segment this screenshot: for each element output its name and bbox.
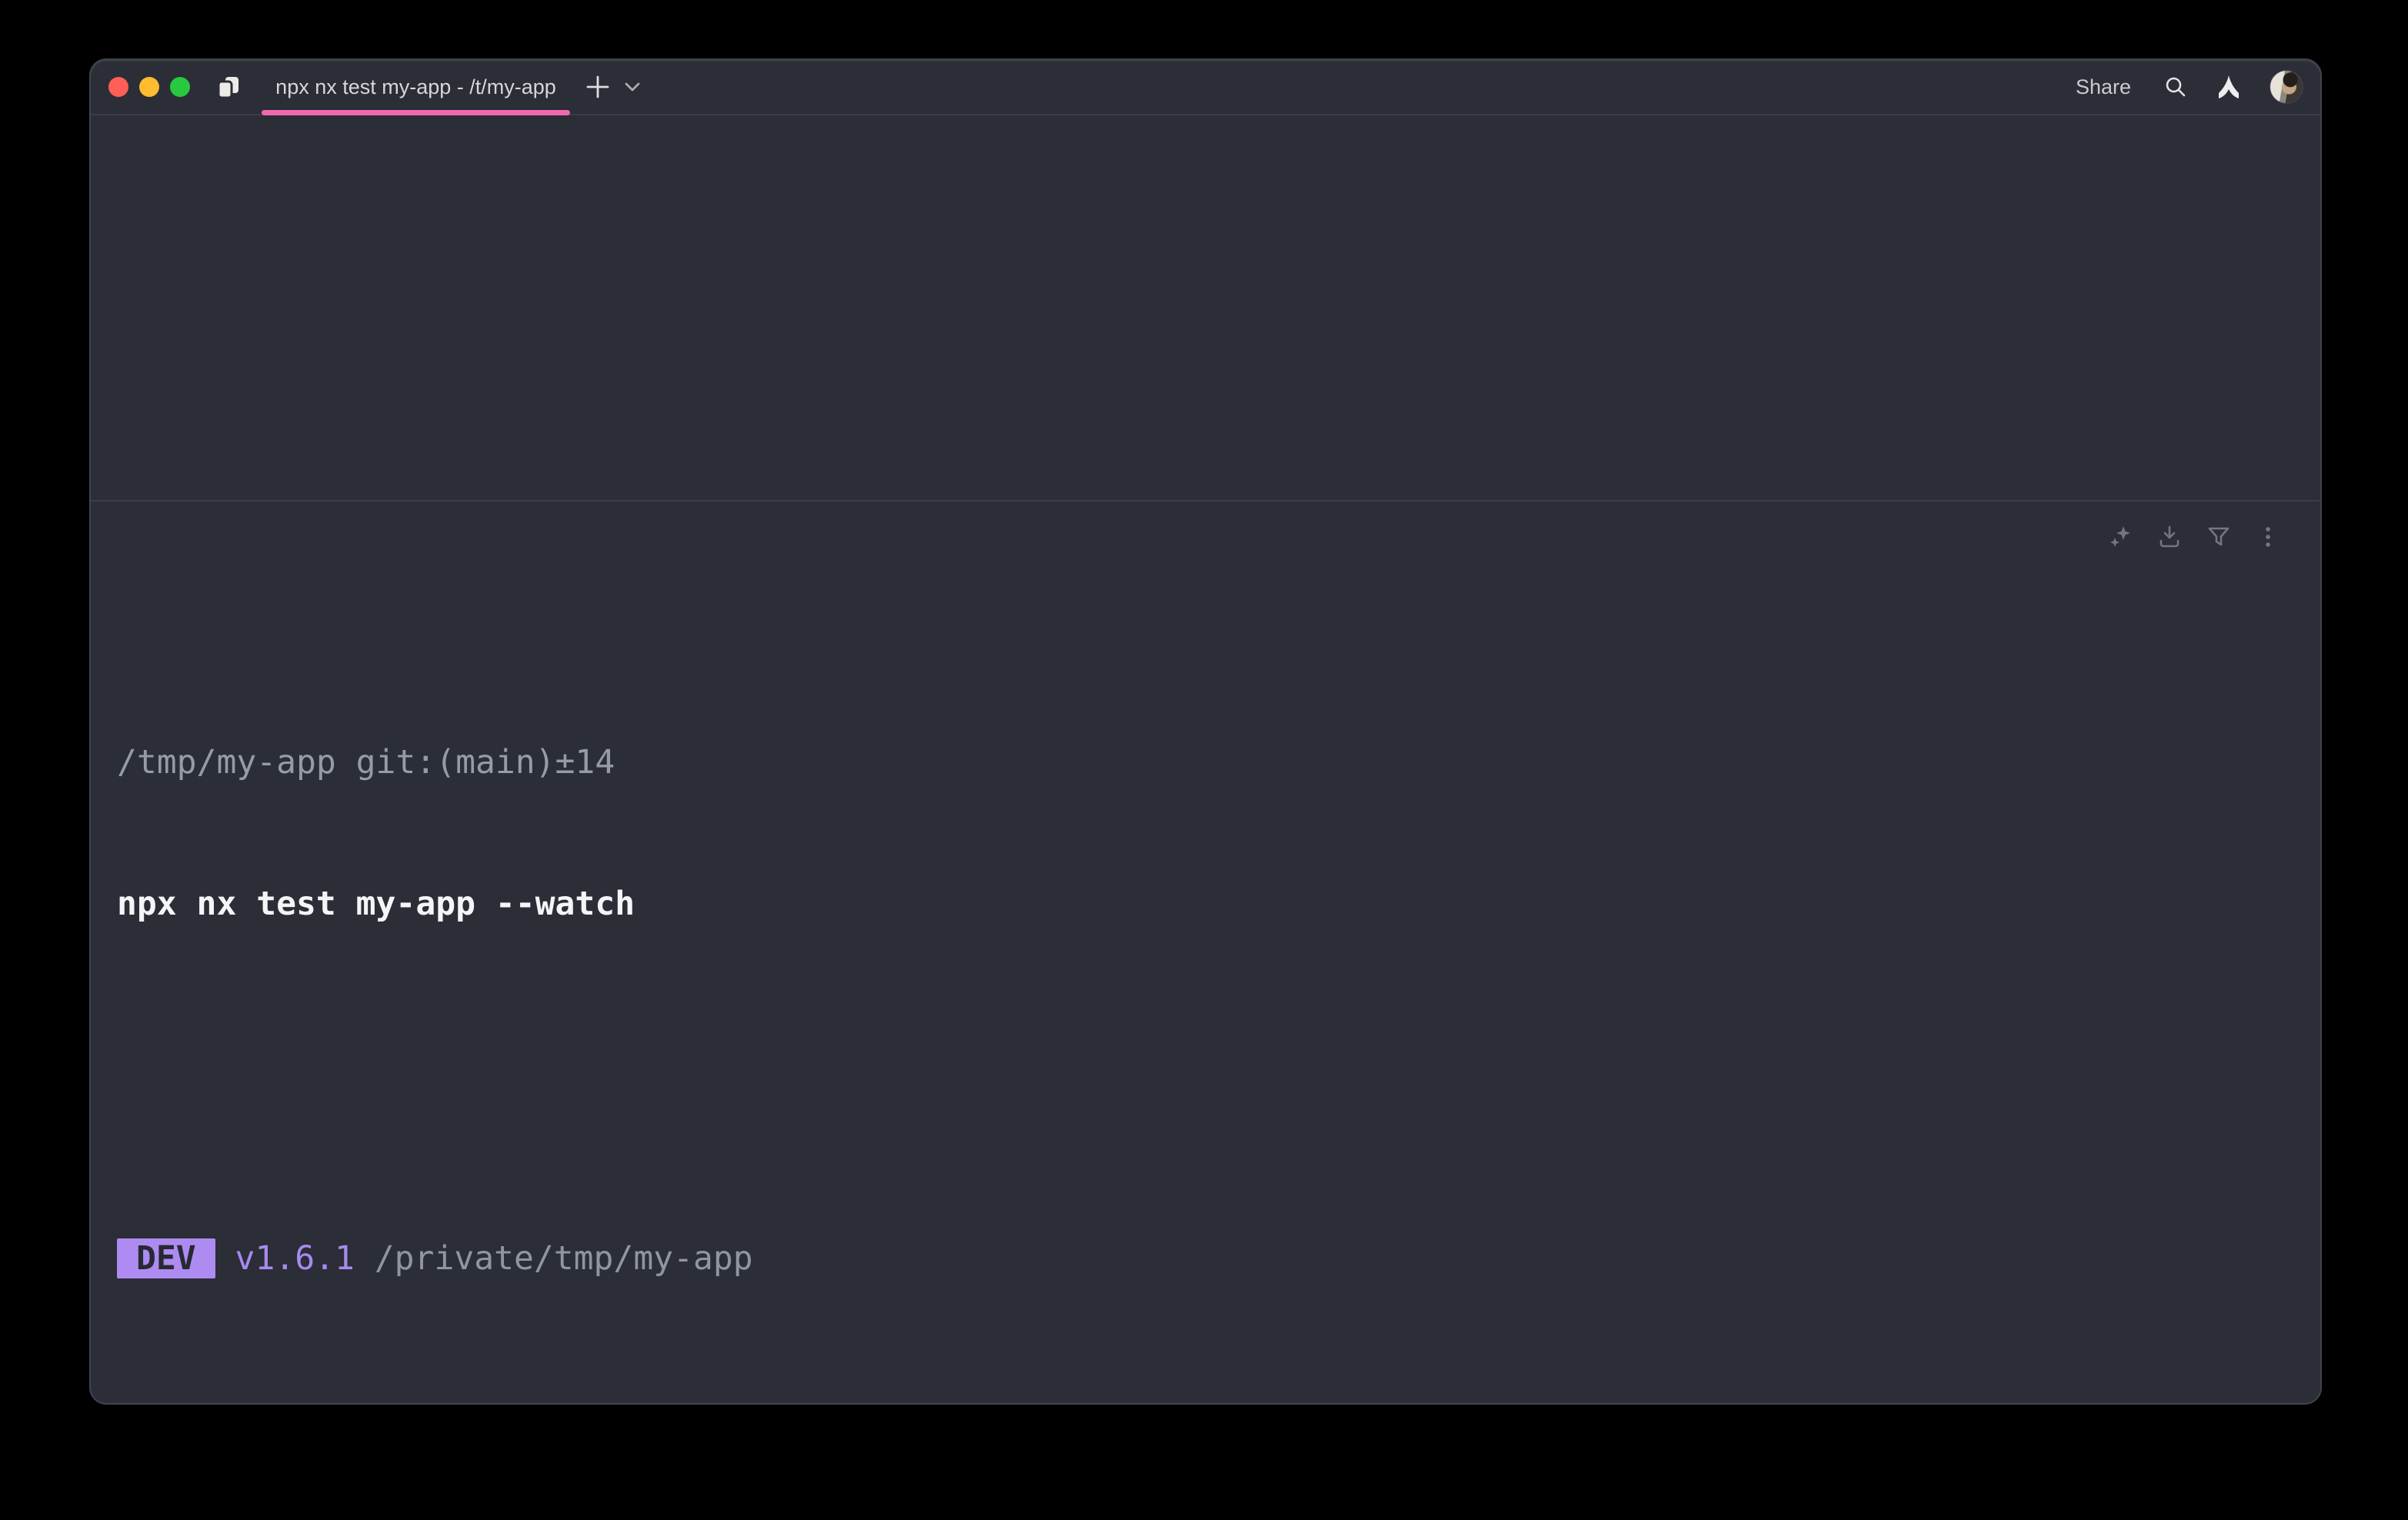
block-toolbar — [2108, 525, 2280, 549]
vitest-cwd: /private/tmp/my-app — [355, 1239, 753, 1278]
terminal-output: DEV v1.6.1 /private/tmp/my-app ✓ src/app… — [117, 1113, 2320, 1405]
command-line[interactable]: npx nx test my-app --watch — [117, 883, 2320, 925]
desktop-background: npx nx test my-app - /t/my-app Share — [0, 0, 2408, 1520]
pages-icon[interactable] — [215, 75, 242, 99]
kebab-menu-icon[interactable] — [2256, 525, 2280, 549]
window-controls — [108, 77, 190, 97]
empty-scrollback — [91, 115, 2320, 500]
close-window-button[interactable] — [108, 77, 128, 97]
vitest-version: v1.6.1 — [215, 1239, 355, 1278]
share-button[interactable]: Share — [2076, 75, 2131, 99]
minimize-window-button[interactable] — [139, 77, 159, 97]
tab-bar: npx nx test my-app - /t/my-app Share — [91, 60, 2320, 115]
new-tab-button[interactable] — [584, 73, 612, 101]
tab-active[interactable]: npx nx test my-app - /t/my-app — [262, 60, 570, 114]
tab-title: npx nx test my-app - /t/my-app — [275, 75, 556, 99]
warp-logo-icon[interactable] — [2217, 75, 2240, 99]
terminal-window: npx nx test my-app - /t/my-app Share — [89, 58, 2322, 1405]
download-icon[interactable] — [2157, 525, 2182, 549]
chevron-down-icon[interactable] — [624, 82, 641, 92]
active-tab-indicator — [262, 110, 570, 115]
blank-line — [117, 1404, 2320, 1405]
command-block: /tmp/my-app git:(main)±14 npx nx test my… — [91, 500, 2320, 1405]
ai-sparkles-icon[interactable] — [2108, 525, 2133, 549]
command-text: npx nx test my-app --watch — [117, 885, 635, 923]
avatar[interactable] — [2270, 70, 2303, 104]
search-icon[interactable] — [2163, 75, 2188, 99]
vitest-header-line: DEV v1.6.1 /private/tmp/my-app — [117, 1238, 2320, 1279]
zoom-window-button[interactable] — [170, 77, 190, 97]
dev-badge: DEV — [117, 1238, 215, 1278]
prompt-text: /tmp/my-app git:(main)±14 — [117, 743, 615, 782]
filter-icon[interactable] — [2206, 525, 2231, 549]
prompt-line: /tmp/my-app git:(main)±14 — [117, 742, 2320, 783]
